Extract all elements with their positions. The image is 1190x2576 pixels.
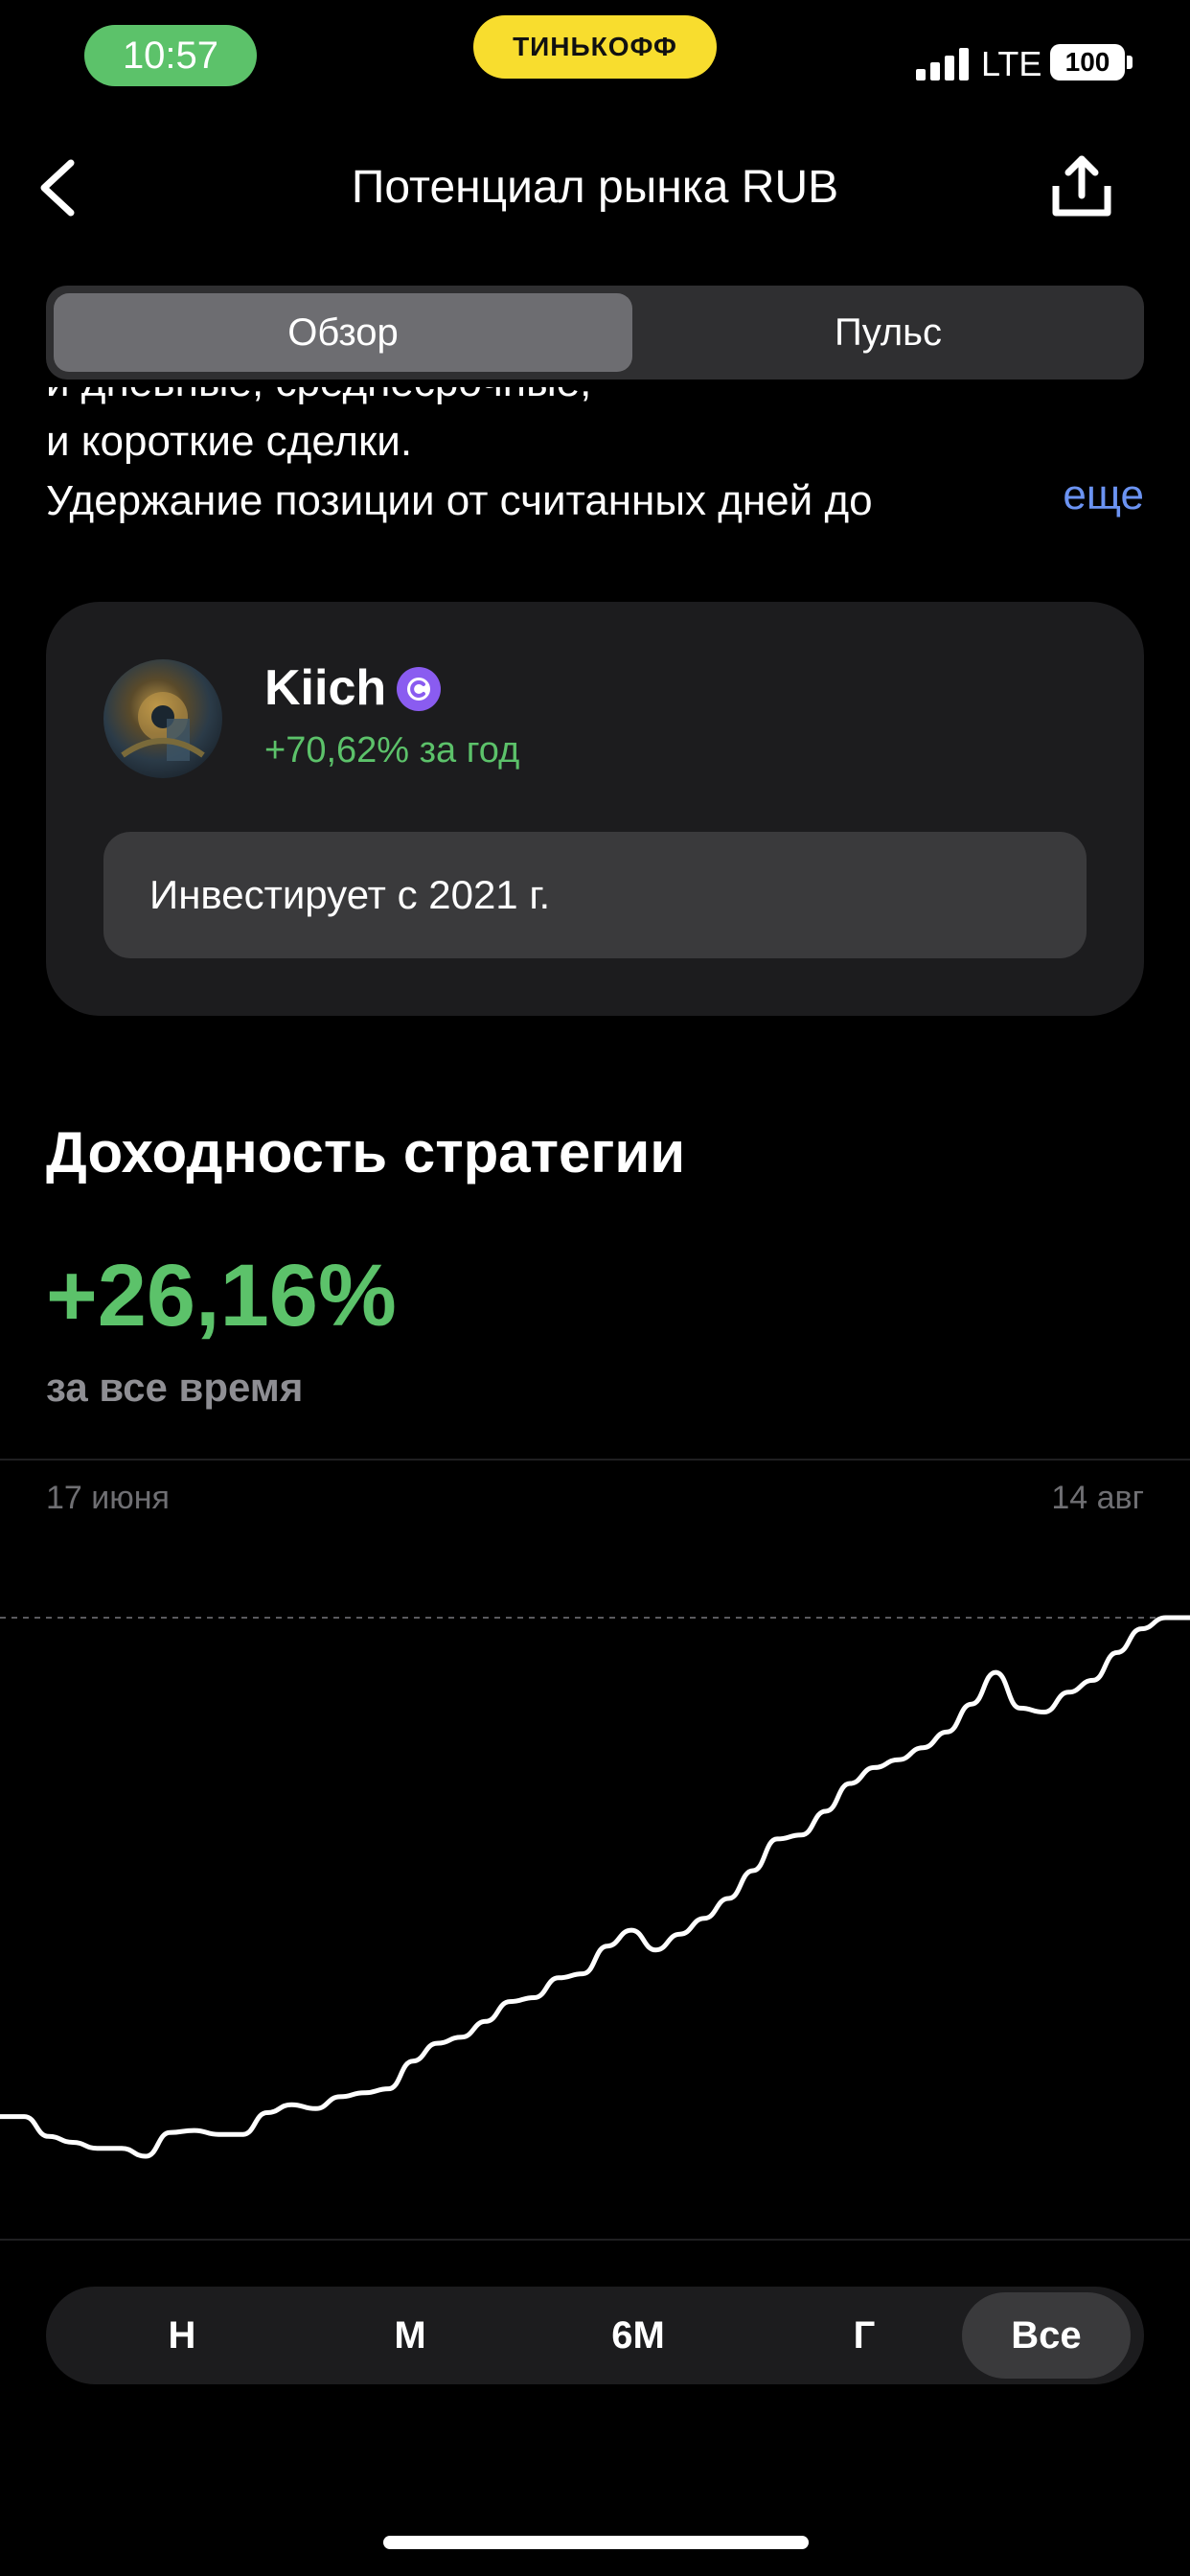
chart-series-line [0, 1615, 1190, 2159]
strategy-description: и дневные, среднесрочные, и короткие сде… [46, 387, 1144, 531]
tab-pulse[interactable]: Пульс [640, 293, 1136, 372]
description-line-2: Удержание позиции от считанных дней до [46, 472, 1144, 531]
back-arrow-icon[interactable] [34, 157, 80, 218]
more-link[interactable]: еще [1047, 472, 1144, 519]
description-line-2-text: Удержание позиции от считанных дней до [46, 477, 873, 524]
author-name[interactable]: Kiich [264, 659, 386, 717]
description-line-1: и короткие сделки. [46, 418, 413, 465]
avatar[interactable] [103, 659, 222, 778]
invest-since-text: Инвестирует с 2021 г. [149, 872, 551, 917]
battery-icon: 100 [1050, 44, 1125, 80]
home-indicator[interactable] [383, 2536, 809, 2549]
signal-icon [916, 48, 969, 80]
tab-overview[interactable]: Обзор [54, 293, 632, 372]
chart-bottom-divider [0, 2239, 1190, 2241]
period-6months[interactable]: 6М [554, 2292, 722, 2379]
yield-chart[interactable] [0, 1524, 1190, 2233]
description-fade [906, 472, 1041, 531]
status-time: 10:57 [84, 25, 257, 86]
strategy-period-label: за все время [46, 1365, 304, 1410]
period-all[interactable]: Все [962, 2292, 1131, 2379]
chart-top-divider [0, 1459, 1190, 1460]
period-year[interactable]: Г [780, 2292, 949, 2379]
period-month[interactable]: М [326, 2292, 494, 2379]
author-yield: +70,62% за год [264, 730, 520, 770]
chart-end-date: 14 авг [1051, 1480, 1144, 1516]
page-title: Потенциал рынка RUB [351, 162, 839, 213]
avatar-art [121, 692, 205, 761]
strategy-yield-value: +26,16% [46, 1247, 397, 1345]
tab-switcher: Обзор Пульс [46, 286, 1144, 380]
period-week[interactable]: Н [98, 2292, 266, 2379]
verified-badge-icon [397, 667, 441, 711]
description-line-partial: и дневные, среднесрочные, [46, 387, 1144, 412]
period-selector: Н М 6М Г Все [46, 2287, 1144, 2384]
network-type: LTE [981, 44, 1042, 83]
carrier-badge: ТИНЬКОФФ [473, 15, 717, 79]
section-title: Доходность стратегии [46, 1120, 686, 1184]
chart-start-date: 17 июня [46, 1480, 170, 1516]
share-icon[interactable] [1048, 153, 1115, 220]
battery-nub [1127, 56, 1133, 69]
